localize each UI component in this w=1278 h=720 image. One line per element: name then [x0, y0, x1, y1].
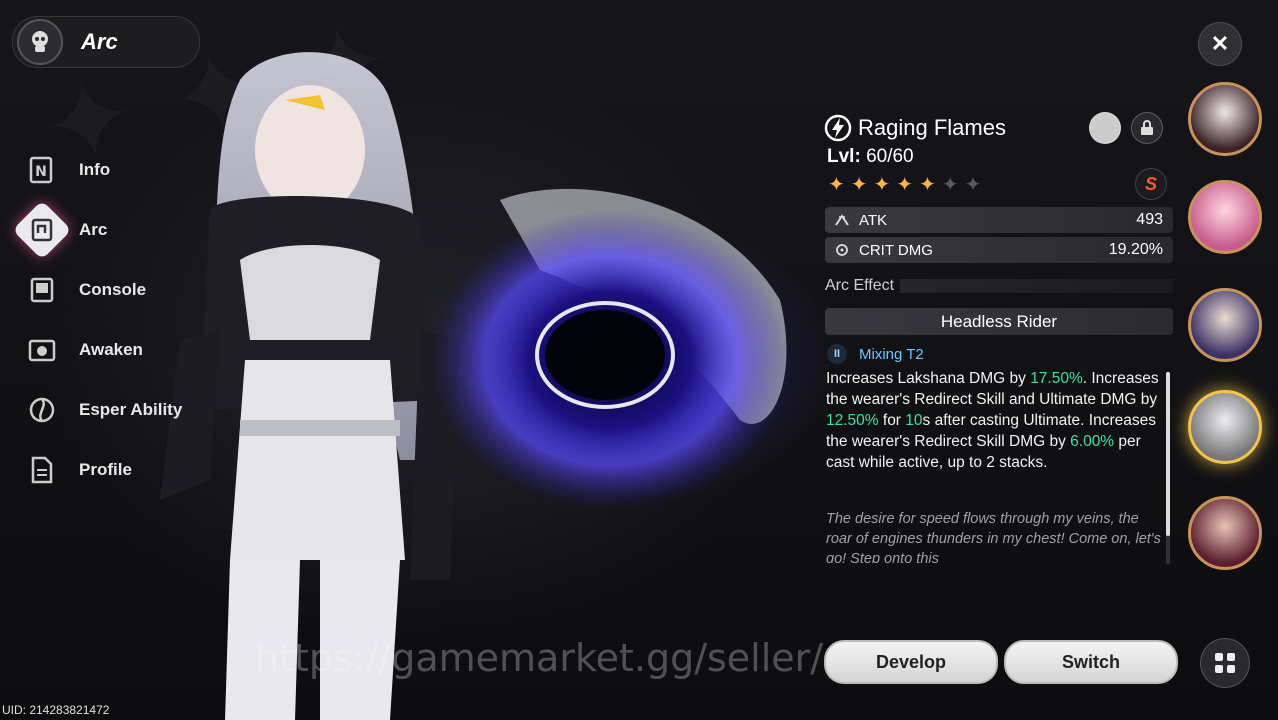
arc-level: Lvl: 60/60: [827, 146, 914, 168]
arc-name: Raging Flames: [858, 115, 1006, 140]
mixing-tier-icon: II: [827, 344, 847, 364]
level-label: Lvl:: [827, 146, 861, 167]
switch-button[interactable]: Switch: [1004, 640, 1178, 684]
side-nav: N Info Arc Console Awaken Esper Ability …: [0, 140, 200, 500]
user-id: UID: 214283821472: [2, 703, 110, 717]
nav-item-label: Profile: [79, 460, 132, 479]
desc-value: 17.50%: [1030, 370, 1083, 387]
stat-name: ATK: [859, 211, 888, 229]
star-rating: ✦ ✦ ✦ ✦ ✦ ✦ ✦: [828, 174, 981, 196]
section-divider: [900, 279, 1173, 293]
desc-text: Increases Lakshana DMG by: [826, 370, 1031, 387]
character-avatar-selected[interactable]: [1188, 390, 1262, 464]
desc-text: for: [878, 412, 906, 429]
level-value: 60/60: [866, 146, 914, 167]
lightning-element-icon: [824, 114, 852, 142]
star-filled-icon: ✦: [828, 174, 845, 196]
console-icon: [26, 274, 58, 306]
desc-value: 10: [905, 412, 923, 429]
arc-effect-heading: Arc Effect: [825, 276, 1173, 296]
flavor-text: The desire for speed flows through my ve…: [826, 511, 1161, 563]
mixing-tier: II Mixing T2: [827, 344, 924, 364]
nav-item-label: Awaken: [79, 340, 143, 359]
stat-row-atk: ATK 493: [825, 207, 1173, 233]
nav-item-esper-ability[interactable]: Esper Ability: [0, 380, 200, 440]
effect-description: Increases Lakshana DMG by 17.50%. Increa…: [826, 368, 1161, 473]
equipped-character-icon[interactable]: [1089, 112, 1121, 144]
character-avatar[interactable]: [1188, 496, 1262, 570]
nav-item-info[interactable]: N Info: [0, 140, 200, 200]
star-empty-icon: ✦: [964, 174, 982, 196]
atk-icon: [833, 214, 851, 226]
stat-name: CRIT DMG: [859, 241, 933, 259]
develop-button-label: Develop: [875, 651, 947, 672]
star-filled-icon: ✦: [896, 174, 914, 196]
close-button[interactable]: ✕: [1198, 22, 1242, 66]
description-scrollbar-thumb[interactable]: [1166, 372, 1170, 536]
character-avatar[interactable]: [1188, 180, 1262, 254]
nav-item-label: Info: [79, 160, 111, 179]
info-icon: N: [26, 154, 58, 186]
arc-weapon-model: [430, 188, 790, 510]
nav-item-awaken[interactable]: Awaken: [0, 320, 200, 380]
desc-value: 12.50%: [826, 412, 879, 429]
desc-value: 6.00%: [1070, 433, 1115, 450]
nav-item-label: Console: [79, 280, 147, 299]
character-head-icon: [17, 19, 63, 65]
arc-icon: [26, 214, 58, 246]
effect-name-bar: Headless Rider: [825, 308, 1173, 335]
stat-value: 493: [1136, 211, 1163, 228]
grid-menu-button[interactable]: [1200, 638, 1250, 688]
close-icon: ✕: [1210, 31, 1230, 56]
page-title-pill: Arc: [12, 16, 200, 68]
stat-value: 19.20%: [1108, 241, 1163, 258]
nav-item-arc[interactable]: Arc: [0, 200, 200, 260]
star-filled-icon: ✦: [873, 174, 891, 196]
nav-item-label: Esper Ability: [79, 400, 183, 419]
develop-button[interactable]: Develop: [824, 640, 998, 684]
arc-effect-label: Arc Effect: [825, 277, 895, 294]
stat-row-crit-dmg: CRIT DMG 19.20%: [825, 237, 1173, 263]
nav-item-label: Arc: [79, 220, 108, 239]
crit-icon: [833, 243, 851, 257]
esper-ability-icon: [26, 394, 58, 426]
star-empty-icon: ✦: [941, 174, 959, 196]
lock-icon[interactable]: [1131, 112, 1163, 144]
switch-button-label: Switch: [1061, 651, 1120, 672]
star-filled-icon: ✦: [919, 174, 936, 196]
svg-text:N: N: [35, 164, 47, 180]
profile-icon: [26, 454, 58, 486]
mixing-tier-label: Mixing T2: [859, 345, 924, 363]
grid-icon: [1215, 653, 1235, 673]
effect-name: Headless Rider: [940, 311, 1058, 331]
character-avatar[interactable]: [1188, 82, 1262, 156]
page-title: Arc: [81, 29, 118, 54]
arc-name-row: Raging Flames: [824, 114, 1006, 142]
nav-item-console[interactable]: Console: [0, 260, 200, 320]
watermark-text: https://gamemarket.gg/seller/@...: [255, 636, 898, 680]
nav-item-profile[interactable]: Profile: [0, 440, 200, 500]
character-avatar[interactable]: [1188, 288, 1262, 362]
awaken-icon: [26, 334, 58, 366]
star-filled-icon: ✦: [850, 174, 868, 196]
rarity-badge: S: [1135, 168, 1167, 200]
